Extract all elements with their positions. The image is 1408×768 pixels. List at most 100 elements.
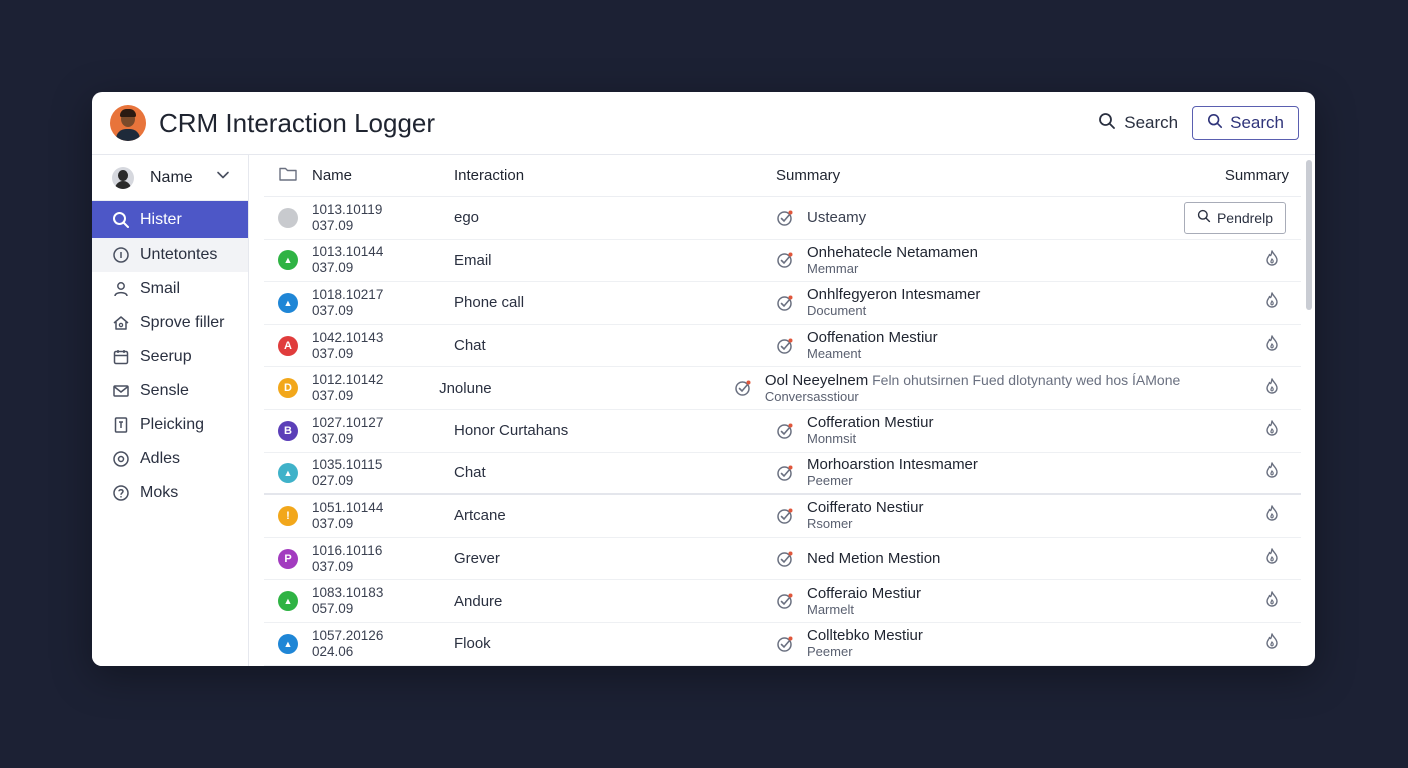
table-row[interactable]: B 1027.10127 037.09 Honor Curtahans Coff…	[264, 410, 1301, 453]
sidebar-item-label: Hister	[140, 210, 182, 228]
sidebar-item-adles[interactable]: Adles	[92, 442, 248, 476]
interaction-type: Phone call	[454, 294, 525, 312]
contact-status-dot: P	[278, 548, 298, 569]
sidebar-item-hister[interactable]: Hister	[92, 201, 248, 238]
person-icon	[112, 280, 130, 298]
summary-title: Ooffenation Mestiur	[807, 329, 938, 347]
interaction-date: 057.09	[312, 601, 354, 617]
interaction-date: 037.09	[312, 302, 354, 318]
search-icon	[112, 211, 130, 229]
interaction-date: 037.09	[312, 388, 354, 404]
search-link-label: Search	[1124, 113, 1179, 132]
check-circle-icon	[776, 507, 794, 525]
flame-icon[interactable]	[1263, 419, 1281, 442]
table-row[interactable]: ▲ 1083.10183 057.09 Andure Cofferaio Mes…	[264, 580, 1301, 623]
column-header-action[interactable]: Summary	[1171, 167, 1301, 184]
interaction-date: 037.09	[312, 430, 354, 446]
home-icon	[112, 314, 130, 332]
sidebar-item-label: Seerup	[140, 348, 192, 365]
flame-icon[interactable]	[1263, 547, 1281, 570]
sidebar-item-smail[interactable]: Smail	[92, 272, 248, 306]
flame-icon[interactable]	[1263, 632, 1281, 655]
sidebar-item-sprove-filler[interactable]: Sprove filler	[92, 306, 248, 340]
contact-status-dot: A	[278, 335, 298, 356]
interaction-id: 1018.10217	[312, 286, 384, 302]
interaction-type: ego	[454, 209, 480, 227]
check-circle-icon	[776, 592, 794, 610]
flame-icon[interactable]	[1263, 377, 1281, 400]
table-row[interactable]: D 1012.10142 037.09 Jnolune Ool Neeyelne…	[264, 367, 1301, 410]
sidebar-user-selector[interactable]: Name	[92, 155, 248, 201]
scrollbar-thumb[interactable]	[1306, 160, 1312, 310]
table-row[interactable]: P 1016.10116 037.09 Grever Ned Metion Me…	[264, 538, 1301, 581]
sidebar-item-label: Untetontes	[140, 246, 218, 263]
flame-icon[interactable]	[1263, 590, 1281, 613]
summary-subtitle: Rsomer	[807, 516, 853, 532]
interaction-date: 037.09	[312, 217, 354, 233]
flame-icon[interactable]	[1263, 249, 1281, 272]
column-header-name[interactable]: Name	[312, 167, 352, 184]
app-title: CRM Interaction Logger	[159, 107, 436, 138]
interaction-id: 1013.10119	[312, 201, 383, 217]
scrollbar[interactable]	[1305, 160, 1313, 660]
flame-icon[interactable]	[1263, 461, 1281, 484]
search-button[interactable]: Search	[1192, 106, 1299, 140]
search-icon	[1098, 112, 1116, 135]
sidebar-item-sensle[interactable]: Sensle	[92, 374, 248, 408]
check-circle-icon	[776, 422, 794, 440]
summary-title: Coifferato Nestiur	[807, 499, 924, 517]
flame-icon[interactable]	[1263, 334, 1281, 357]
table-row[interactable]: ▲ 1035.10115 027.09 Chat Morhoarstion In…	[264, 453, 1301, 496]
table-row[interactable]: 1013.10119 037.09 ego Usteamy Pendrelp	[264, 197, 1301, 240]
app-window: CRM Interaction Logger Search Search Nam…	[92, 92, 1315, 666]
interaction-type: Chat	[454, 464, 486, 482]
summary-title: Onhlfegyeron Intesmamer	[807, 286, 981, 304]
search-icon	[1197, 209, 1211, 226]
summary-subtitle: Document	[807, 303, 867, 319]
interaction-id: 1035.10115	[312, 456, 383, 472]
summary-title: Ned Metion Mestion	[807, 550, 941, 568]
interaction-id: 1057.20126	[312, 627, 384, 643]
sidebar-item-label: Moks	[140, 484, 179, 501]
contact-status-dot: ▲	[278, 633, 298, 654]
sidebar-item-seerup[interactable]: Seerup	[92, 340, 248, 374]
flame-icon[interactable]	[1263, 504, 1281, 527]
interaction-type: Chat	[454, 337, 486, 355]
interaction-date: 037.09	[312, 260, 354, 276]
summary-title: Cofferation Mestiur	[807, 414, 934, 432]
summary-subtitle: Memmar	[807, 260, 859, 276]
search-link[interactable]: Search	[1098, 112, 1178, 135]
column-header-interaction[interactable]: Interaction	[454, 167, 776, 184]
sidebar-item-label: Adles	[140, 450, 181, 467]
pending-button[interactable]: Pendrelp	[1183, 201, 1286, 234]
summary-subtitle: Meament	[807, 346, 862, 362]
interaction-date: 037.09	[312, 558, 354, 574]
interaction-date: 024.06	[312, 643, 354, 659]
summary-title: Morhoarstion Intesmamer	[807, 456, 978, 474]
table-row[interactable]: ▲ 1057.20126 024.06 Flook Colltebko Mest…	[264, 623, 1301, 666]
flame-icon[interactable]	[1263, 291, 1281, 314]
avatar	[112, 166, 134, 189]
contact-status-dot: B	[278, 420, 298, 441]
table-row[interactable]: ! 1051.10144 037.09 Artcane Coifferato N…	[264, 495, 1301, 538]
table-row[interactable]: A 1042.10143 037.09 Chat Ooffenation Mes…	[264, 325, 1301, 368]
interaction-type: Flook	[454, 635, 491, 653]
column-header-summary[interactable]: Summary	[776, 167, 1171, 184]
sidebar-item-moks[interactable]: Moks	[92, 476, 248, 510]
contact-status-dot: ▲	[278, 292, 298, 313]
table-row[interactable]: ▲ 1018.10217 037.09 Phone call Onhlfegye…	[264, 282, 1301, 325]
document-icon	[112, 416, 130, 434]
sidebar-item-untetontes[interactable]: Untetontes	[92, 238, 248, 272]
sidebar-item-pleicking[interactable]: Pleicking	[92, 408, 248, 442]
mail-icon	[112, 382, 130, 400]
summary-title: Usteamy	[807, 209, 867, 227]
table-body: 1013.10119 037.09 ego Usteamy Pendrelp ▲…	[250, 197, 1301, 666]
check-circle-icon	[776, 209, 794, 227]
check-circle-icon	[776, 550, 794, 568]
interaction-type: Artcane	[454, 507, 506, 525]
summary-subtitle: Peemer	[807, 473, 853, 489]
interaction-id: 1042.10143	[312, 329, 384, 345]
pending-button-label: Pendrelp	[1216, 209, 1273, 226]
contact-status-dot: D	[278, 378, 298, 399]
table-row[interactable]: ▲ 1013.10144 037.09 Email Onhehatecle Ne…	[264, 240, 1301, 283]
